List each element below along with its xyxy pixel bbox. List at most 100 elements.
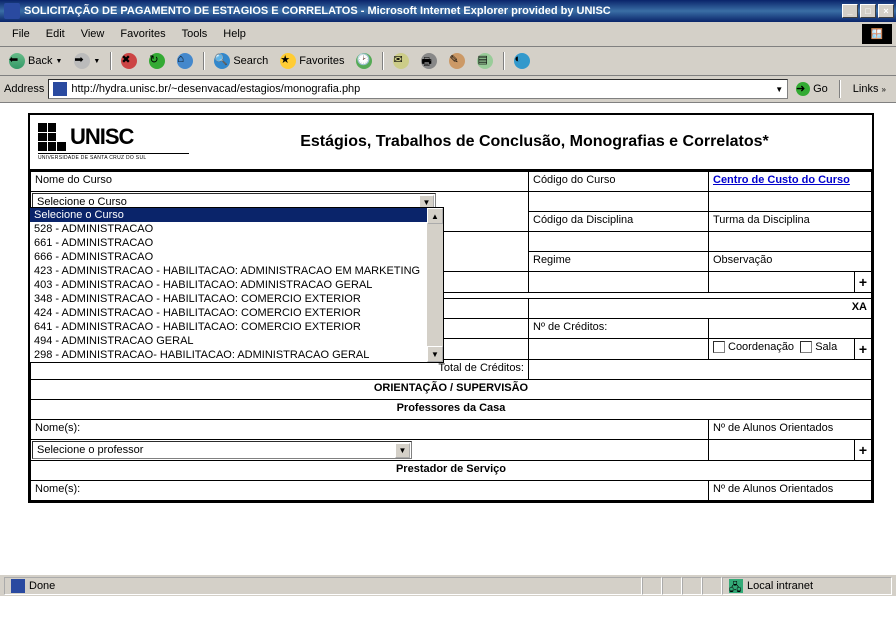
input-n-alunos-1[interactable]	[709, 440, 855, 461]
menu-file[interactable]: File	[4, 26, 38, 42]
subsection-prof-casa: Professores da Casa	[31, 400, 872, 420]
address-input[interactable]: http://hydra.unisc.br/~desenvacad/estagi…	[48, 79, 788, 99]
logo: UNISC UNIVERSIDADE DE SANTA CRUZ DO SUL	[30, 115, 197, 169]
home-icon: ⌂	[177, 53, 193, 69]
back-button[interactable]: ⬅ Back ▼	[4, 50, 67, 72]
label-n-alunos-1: Nº de Alunos Orientados	[709, 420, 872, 440]
favorites-button[interactable]: ★ Favorites	[275, 50, 349, 72]
input-regime[interactable]	[529, 272, 709, 293]
minimize-button[interactable]: _	[842, 4, 858, 18]
print-icon: 🖶	[421, 53, 437, 69]
input-observacao[interactable]	[709, 272, 855, 293]
label-turma-disc: Turma da Disciplina	[709, 212, 872, 232]
dropdown-option[interactable]: 666 - ADMINISTRACAO	[30, 250, 427, 264]
maximize-button[interactable]: □	[860, 4, 876, 18]
menu-favorites[interactable]: Favorites	[112, 26, 173, 42]
add-row-button[interactable]: +	[854, 272, 871, 293]
scroll-track[interactable]	[427, 224, 443, 346]
discuss-icon: ▤	[477, 53, 493, 69]
dropdown-arrow-icon[interactable]: ▼	[395, 443, 410, 458]
edit-button[interactable]: ✎	[444, 50, 470, 72]
stop-icon: ✖	[121, 53, 137, 69]
window-title: SOLICITAÇÃO DE PAGAMENTO DE ESTAGIOS E C…	[24, 5, 842, 17]
link-centro-custo[interactable]: Centro de Custo do Curso	[713, 174, 850, 186]
status-text: Done	[29, 580, 55, 592]
go-button[interactable]: ➜ Go	[792, 80, 832, 98]
dropdown-option[interactable]: 494 - ADMINISTRACAO GERAL	[30, 334, 427, 348]
links-button[interactable]: Links »	[847, 81, 892, 97]
select-professor-2[interactable]: Selecione o professor ▼	[32, 441, 412, 459]
scroll-up-button[interactable]: ▲	[427, 208, 443, 224]
stop-button[interactable]: ✖	[116, 50, 142, 72]
input-codigo-disc[interactable]	[529, 232, 709, 252]
value-total-creditos	[529, 360, 872, 380]
dropdown-arrow-icon[interactable]: ▼	[775, 85, 783, 94]
dropdown-option[interactable]: 528 - ADMINISTRACAO	[30, 222, 427, 236]
address-url: http://hydra.unisc.br/~desenvacad/estagi…	[71, 83, 360, 95]
subsection-prestador: Prestador de Serviço	[31, 461, 872, 481]
mail-button[interactable]: ✉	[388, 50, 414, 72]
input-creditos[interactable]	[529, 339, 709, 360]
menu-help[interactable]: Help	[215, 26, 254, 42]
dropdown-option[interactable]: 423 - ADMINISTRACAO - HABILITACAO: ADMIN…	[30, 264, 427, 278]
forward-button[interactable]: ➡ ▼	[69, 50, 105, 72]
print-button[interactable]: 🖶	[416, 50, 442, 72]
section-orientacao: ORIENTAÇÃO / SUPERVISÃO	[31, 380, 872, 400]
ie-brand-icon: 🪟	[862, 24, 892, 44]
dropdown-option[interactable]: 641 - ADMINISTRACAO - HABILITACAO: COMER…	[30, 320, 427, 334]
app-icon	[4, 3, 20, 19]
messenger-button[interactable]: ◐	[509, 50, 535, 72]
curso-dropdown-list[interactable]: Selecione o Curso528 - ADMINISTRACAO661 …	[29, 207, 444, 363]
input-turma-disc[interactable]	[709, 232, 872, 252]
input-codigo-curso[interactable]	[529, 192, 709, 212]
scroll-down-button[interactable]: ▼	[427, 346, 443, 362]
messenger-icon: ◐	[514, 53, 530, 69]
label-nome-curso: Nome do Curso	[31, 172, 529, 192]
edit-icon: ✎	[449, 53, 465, 69]
favorites-icon: ★	[280, 53, 296, 69]
search-icon: 🔍	[214, 53, 230, 69]
zone-text: Local intranet	[747, 580, 813, 592]
label-n-alunos-2: Nº de Alunos Orientados	[709, 481, 872, 501]
add-prof-button[interactable]: +	[854, 339, 871, 360]
dropdown-option[interactable]: 403 - ADMINISTRACAO - HABILITACAO: ADMIN…	[30, 278, 427, 292]
menu-tools[interactable]: Tools	[174, 26, 216, 42]
page-icon	[53, 82, 67, 96]
checkbox-coordenacao[interactable]	[713, 341, 725, 353]
dropdown-option[interactable]: 661 - ADMINISTRACAO	[30, 236, 427, 250]
menubar: File Edit View Favorites Tools Help 🪟	[0, 22, 896, 47]
addressbar: Address http://hydra.unisc.br/~desenvaca…	[0, 76, 896, 103]
label-nomes-2: Nome(s):	[31, 481, 709, 501]
label-codigo-disc: Código da Disciplina	[529, 212, 709, 232]
go-icon: ➜	[796, 82, 810, 96]
zone-icon: 🖧	[729, 579, 743, 593]
dropdown-option[interactable]: 348 - ADMINISTRACAO - HABILITACAO: COMER…	[30, 292, 427, 306]
refresh-icon: ↻	[149, 53, 165, 69]
label-regime: Regime	[529, 252, 709, 272]
done-icon	[11, 579, 25, 593]
label-n-creditos: Nº de Créditos:	[529, 319, 709, 339]
menu-view[interactable]: View	[73, 26, 113, 42]
back-icon: ⬅	[9, 53, 25, 69]
label-codigo-curso: Código do Curso	[529, 172, 709, 192]
menu-edit[interactable]: Edit	[38, 26, 73, 42]
dropdown-option[interactable]: Selecione o Curso	[30, 208, 427, 222]
close-button[interactable]: ×	[878, 4, 894, 18]
dropdown-option[interactable]: 424 - ADMINISTRACAO - HABILITACAO: COMER…	[30, 306, 427, 320]
dropdown-arrow-icon: ▼	[55, 58, 62, 65]
refresh-button[interactable]: ↻	[144, 50, 170, 72]
add-orientador-button[interactable]: +	[854, 440, 871, 461]
discuss-button[interactable]: ▤	[472, 50, 498, 72]
window-titlebar: SOLICITAÇÃO DE PAGAMENTO DE ESTAGIOS E C…	[0, 0, 896, 22]
home-button[interactable]: ⌂	[172, 50, 198, 72]
label-observacao: Observação	[709, 252, 872, 272]
history-button[interactable]: 🕑	[351, 50, 377, 72]
history-icon: 🕑	[356, 53, 372, 69]
search-button[interactable]: 🔍 Search	[209, 50, 273, 72]
dropdown-option[interactable]: 298 - ADMINISTRACAO- HABILITACAO: ADMINI…	[30, 348, 427, 362]
input-centro-custo[interactable]	[709, 192, 872, 212]
content-area[interactable]: UNISC UNIVERSIDADE DE SANTA CRUZ DO SUL …	[0, 103, 896, 627]
checkbox-sala[interactable]	[800, 341, 812, 353]
label-nomes-1: Nome(s):	[31, 420, 709, 440]
label-xa: XA	[529, 299, 872, 319]
